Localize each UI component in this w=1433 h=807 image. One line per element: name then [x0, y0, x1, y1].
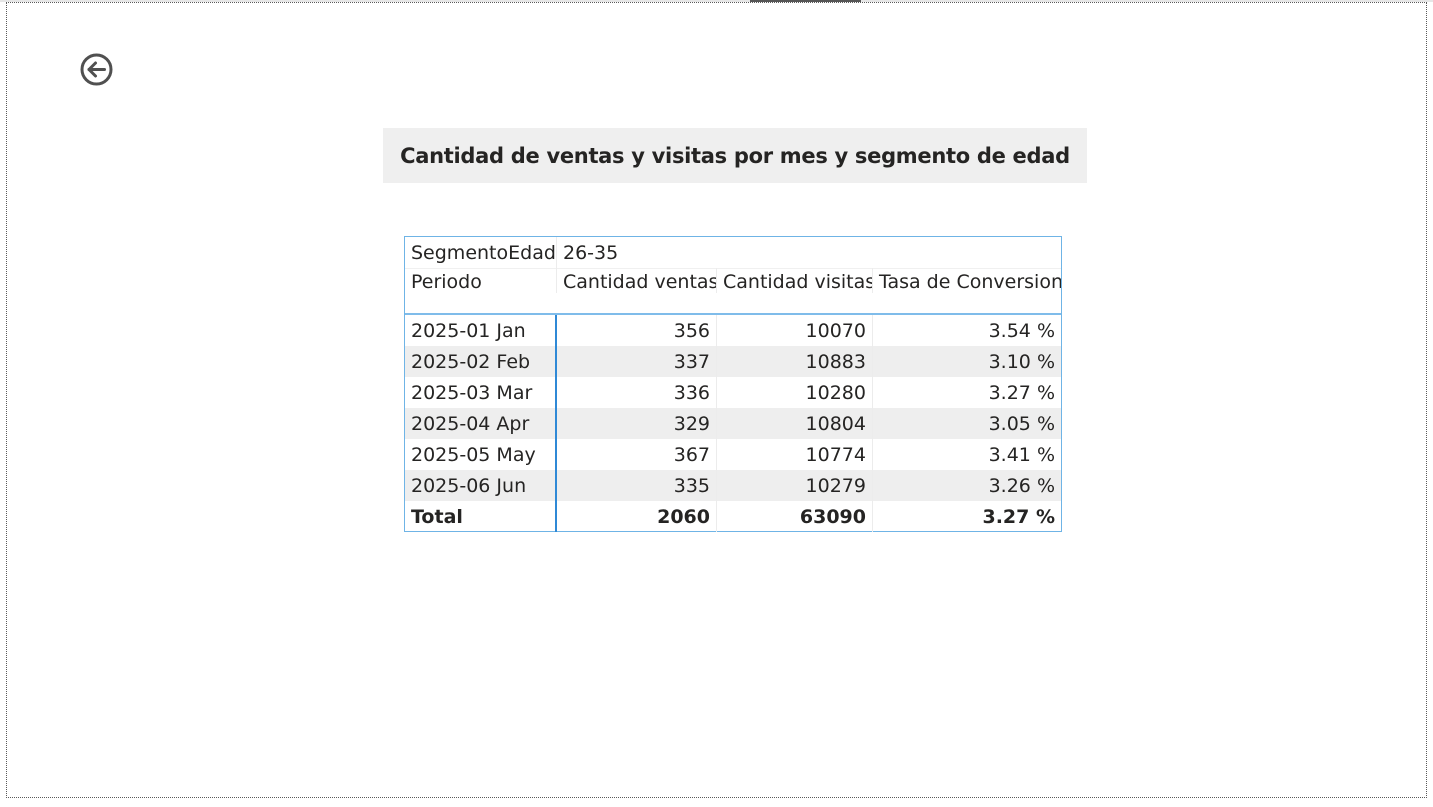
row-periodo[interactable]: 2025-04 Apr — [405, 408, 557, 439]
column-header-tasa-conversion[interactable]: Tasa de Conversion — [873, 268, 1061, 293]
row-ventas[interactable]: 335 — [557, 470, 717, 501]
row-ventas[interactable]: 336 — [557, 377, 717, 408]
row-tasa[interactable]: 3.41 % — [873, 439, 1061, 470]
total-visitas[interactable]: 63090 — [717, 501, 873, 532]
table-row[interactable]: 2025-02 Feb 337 10883 3.10 % — [405, 346, 1061, 377]
back-button[interactable] — [79, 52, 114, 87]
total-ventas[interactable]: 2060 — [557, 501, 717, 532]
back-arrow-circle-icon — [80, 53, 113, 86]
row-ventas[interactable]: 337 — [557, 346, 717, 377]
matrix-column-header: Periodo Cantidad ventas Cantidad visitas… — [405, 268, 1061, 312]
row-visitas[interactable]: 10804 — [717, 408, 873, 439]
row-periodo[interactable]: 2025-05 May — [405, 439, 557, 470]
table-row[interactable]: 2025-05 May 367 10774 3.41 % — [405, 439, 1061, 470]
row-tasa[interactable]: 3.05 % — [873, 408, 1061, 439]
matrix-visual[interactable]: SegmentoEdad 26-35 Periodo Cantidad vent… — [404, 236, 1062, 532]
row-ventas[interactable]: 329 — [557, 408, 717, 439]
total-row[interactable]: Total 2060 63090 3.27 % — [405, 501, 1061, 532]
table-row[interactable]: 2025-04 Apr 329 10804 3.05 % — [405, 408, 1061, 439]
segment-header-value[interactable]: 26-35 — [557, 237, 1061, 268]
row-periodo[interactable]: 2025-06 Jun — [405, 470, 557, 501]
column-header-cantidad-ventas[interactable]: Cantidad ventas — [557, 268, 717, 293]
row-visitas[interactable]: 10070 — [717, 315, 873, 346]
row-ventas[interactable]: 356 — [557, 315, 717, 346]
segment-header-label: SegmentoEdad — [405, 237, 557, 268]
table-row[interactable]: 2025-06 Jun 335 10279 3.26 % — [405, 470, 1061, 501]
row-ventas[interactable]: 367 — [557, 439, 717, 470]
column-header-cantidad-visitas[interactable]: Cantidad visitas — [717, 268, 873, 293]
row-tasa[interactable]: 3.26 % — [873, 470, 1061, 501]
row-tasa[interactable]: 3.27 % — [873, 377, 1061, 408]
row-tasa[interactable]: 3.54 % — [873, 315, 1061, 346]
matrix-segment-header: SegmentoEdad 26-35 — [405, 237, 1061, 269]
report-title-box: Cantidad de ventas y visitas por mes y s… — [383, 128, 1087, 183]
row-periodo[interactable]: 2025-01 Jan — [405, 315, 557, 346]
row-periodo[interactable]: 2025-03 Mar — [405, 377, 557, 408]
row-visitas[interactable]: 10280 — [717, 377, 873, 408]
report-title: Cantidad de ventas y visitas por mes y s… — [400, 143, 1070, 168]
total-label[interactable]: Total — [405, 501, 557, 532]
column-header-periodo[interactable]: Periodo — [405, 268, 557, 293]
row-tasa[interactable]: 3.10 % — [873, 346, 1061, 377]
row-periodo[interactable]: 2025-02 Feb — [405, 346, 557, 377]
row-visitas[interactable]: 10883 — [717, 346, 873, 377]
total-tasa[interactable]: 3.27 % — [873, 501, 1061, 532]
table-row[interactable]: 2025-03 Mar 336 10280 3.27 % — [405, 377, 1061, 408]
table-row[interactable]: 2025-01 Jan 356 10070 3.54 % — [405, 315, 1061, 346]
row-visitas[interactable]: 10279 — [717, 470, 873, 501]
row-visitas[interactable]: 10774 — [717, 439, 873, 470]
